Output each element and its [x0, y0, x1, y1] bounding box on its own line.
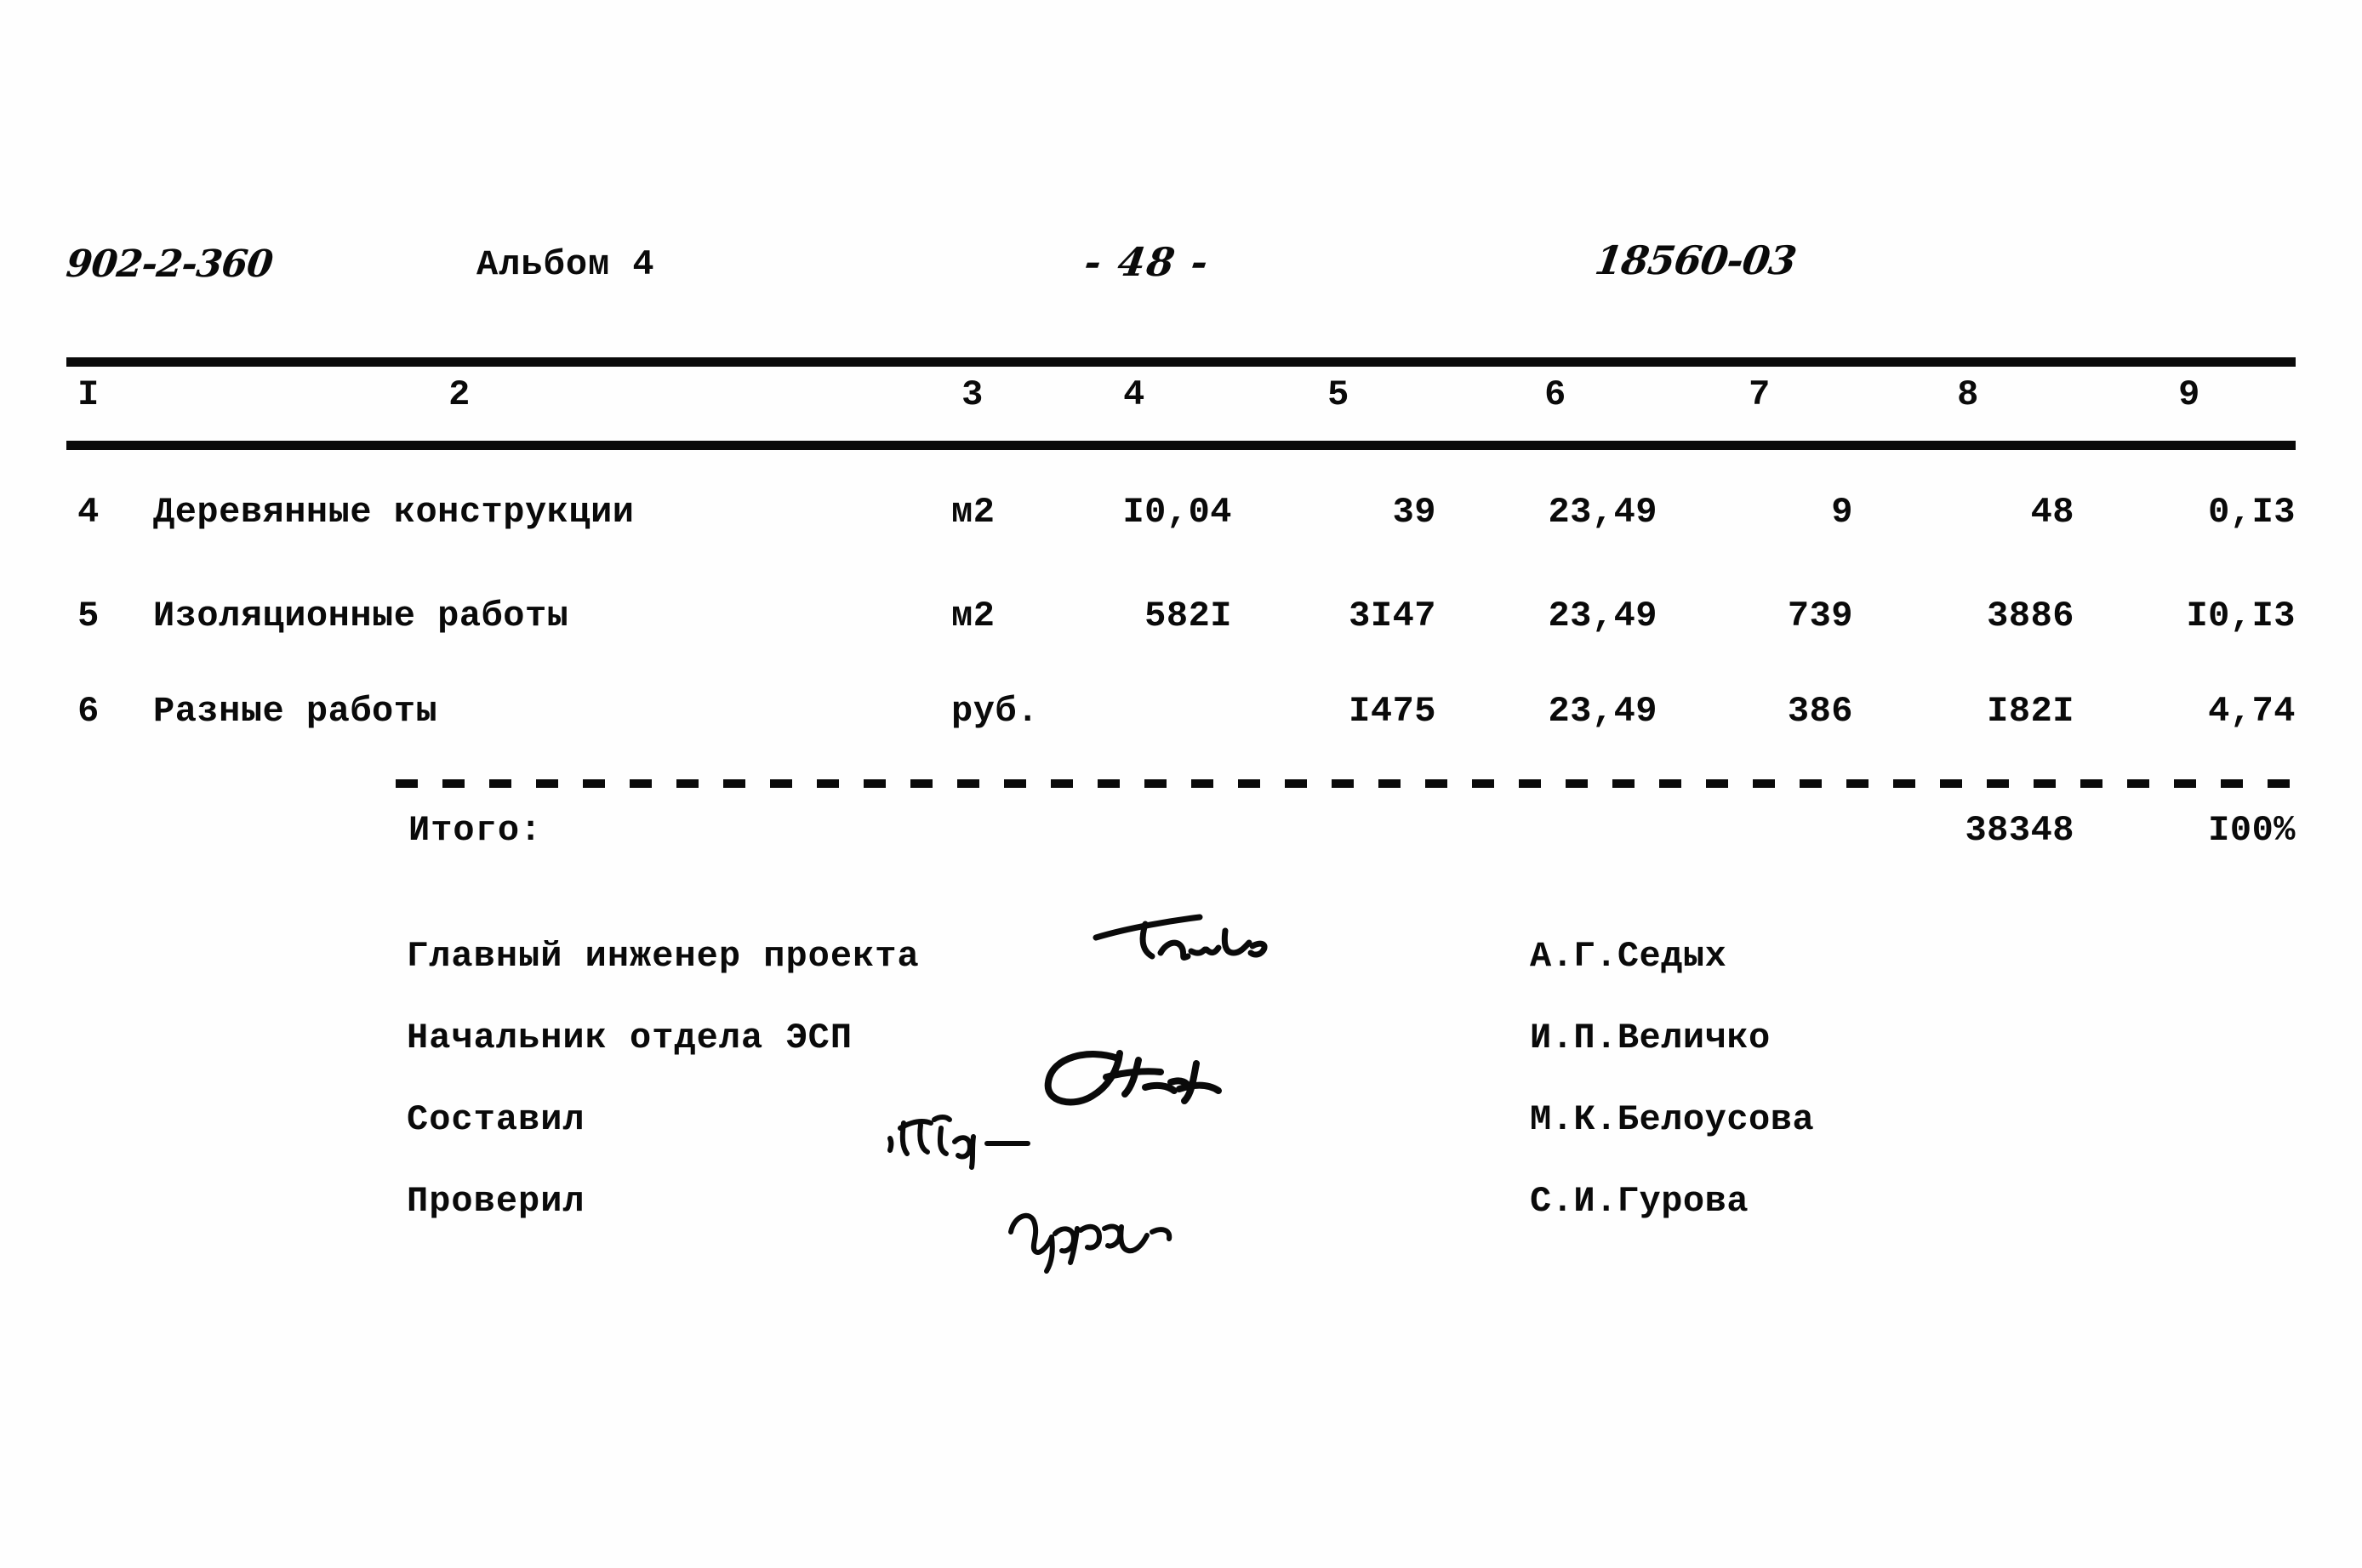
signature-row: Проверил С.И.Гурова: [407, 1181, 2108, 1274]
column-header-6: 6: [1544, 374, 1566, 415]
signature-name: М.К.Белоусова: [1530, 1099, 1815, 1140]
row-unit: руб.: [951, 691, 1039, 732]
signature-name: С.И.Гурова: [1530, 1181, 1749, 1222]
row-value-5: 39: [1392, 492, 1436, 533]
handwritten-signature-icon: [883, 1108, 1079, 1176]
document-header: 902-2-360 Альбом 4 - 48 - 18560-03: [0, 237, 2362, 302]
table-total-row: Итого: 38348 I00%: [66, 810, 2296, 864]
row-value-9: 4,74: [2208, 691, 2296, 732]
table-row: 5 Изоляционные работы м2 582I 3I47 23,49…: [66, 596, 2296, 650]
project-code: 902-2-360: [64, 242, 275, 286]
row-value-6: 23,49: [1548, 492, 1657, 533]
signature-name: А.Г.Седых: [1530, 936, 1727, 977]
table-column-header-row: I 2 3 4 5 6 7 8 9: [66, 374, 2296, 429]
handwritten-signature-icon: [1079, 907, 1334, 989]
signature-row: Составил М.К.Белоусова: [407, 1099, 2108, 1181]
column-header-8: 8: [1957, 374, 1979, 415]
row-value-9: 0,I3: [2208, 492, 2296, 533]
album-label: Альбом 4: [476, 244, 655, 285]
total-value-8: 38348: [1965, 810, 2074, 851]
row-value-8: I82I: [1987, 691, 2074, 732]
column-header-1: I: [77, 374, 100, 415]
row-value-6: 23,49: [1548, 596, 1657, 636]
row-value-7: 739: [1787, 596, 1853, 636]
column-header-2: 2: [448, 374, 471, 415]
row-value-4: I0,04: [1122, 492, 1232, 533]
column-header-3: 3: [961, 374, 984, 415]
row-number: 4: [77, 492, 100, 533]
signature-block: Главный инженер проекта А.Г.Седых Началь…: [407, 914, 2108, 1274]
row-value-5: I475: [1349, 691, 1436, 732]
signature-role: Начальник отдела ЭСП: [407, 1018, 853, 1058]
total-value-9: I00%: [2208, 810, 2296, 851]
row-value-7: 9: [1831, 492, 1853, 533]
column-header-4: 4: [1123, 374, 1145, 415]
signature-role: Проверил: [407, 1181, 585, 1222]
row-value-8: 3886: [1987, 596, 2074, 636]
signature-role: Составил: [407, 1099, 585, 1140]
table-row: 4 Деревянные конструкции м2 I0,04 39 23,…: [66, 492, 2296, 546]
scanned-page: 902-2-360 Альбом 4 - 48 - 18560-03 I 2 3…: [0, 0, 2362, 1568]
page-number: - 48 -: [1081, 239, 1213, 285]
row-value-9: I0,I3: [2186, 596, 2296, 636]
row-value-6: 23,49: [1548, 691, 1657, 732]
row-value-4: 582I: [1144, 596, 1232, 636]
row-work-name: Изоляционные работы: [153, 596, 569, 636]
row-number: 6: [77, 691, 100, 732]
column-header-5: 5: [1327, 374, 1349, 415]
row-value-5: 3I47: [1349, 596, 1436, 636]
row-value-8: 48: [2030, 492, 2074, 533]
table-top-rule: [66, 357, 2296, 367]
row-work-name: Деревянные конструкции: [153, 492, 635, 533]
document-number: 18560-03: [1592, 237, 1799, 283]
column-header-7: 7: [1749, 374, 1771, 415]
table-row: 6 Разные работы руб. I475 23,49 386 I82I…: [66, 691, 2296, 745]
column-header-9: 9: [2178, 374, 2200, 415]
signature-role: Главный инженер проекта: [407, 936, 920, 977]
row-number: 5: [77, 596, 100, 636]
table-header-rule: [66, 441, 2296, 450]
signature-row: Начальник отдела ЭСП И.П.Величко: [407, 1018, 2108, 1106]
row-work-name: Разные работы: [153, 691, 438, 732]
handwritten-signature-icon: [1002, 1200, 1241, 1276]
total-separator-dashed-rule: [396, 779, 2296, 788]
signature-row: Главный инженер проекта А.Г.Седых: [407, 914, 2108, 1018]
signature-name: И.П.Величко: [1530, 1018, 1771, 1058]
row-value-7: 386: [1787, 691, 1853, 732]
total-label: Итого:: [408, 810, 543, 851]
